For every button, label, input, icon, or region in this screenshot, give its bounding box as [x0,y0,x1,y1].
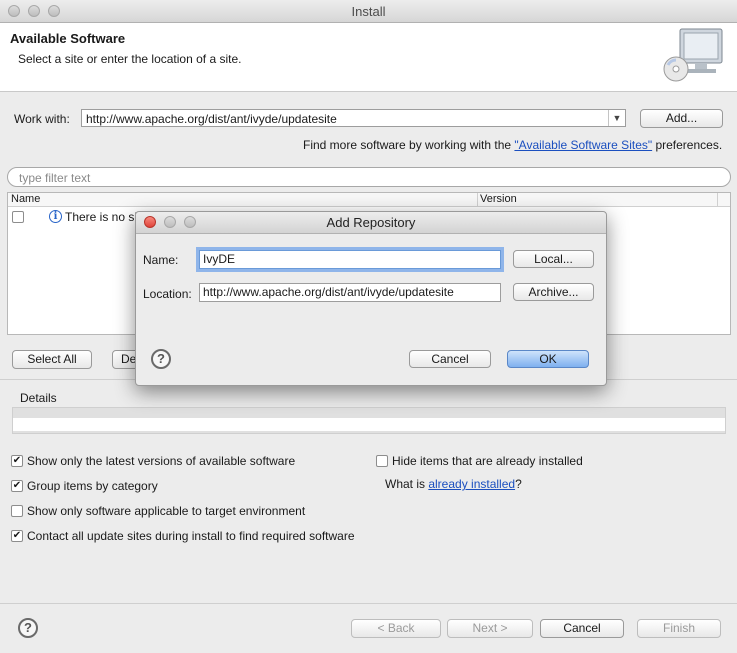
location-field[interactable]: http://www.apache.org/dist/ant/ivyde/upd… [199,283,501,302]
group-by-category-checkbox[interactable]: ✔ [11,480,23,492]
column-version[interactable]: Version [480,193,517,205]
find-more-text: Find more software by working with the "… [303,138,722,152]
row-checkbox[interactable] [12,211,24,223]
work-with-combobox[interactable]: http://www.apache.org/dist/ant/ivyde/upd… [81,109,626,127]
what-is-suffix: ? [515,477,522,491]
find-more-suffix: preferences. [652,138,723,152]
dialog-title: Add Repository [326,215,416,230]
find-more-prefix: Find more software by working with the [303,138,515,152]
column-name[interactable]: Name [11,193,40,205]
contact-update-sites-checkbox[interactable]: ✔ [11,530,23,542]
contact-update-sites-label: Contact all update sites during install … [27,529,355,543]
archive-button[interactable]: Archive... [513,283,594,301]
row-text: There is no si [65,210,138,224]
filter-input[interactable]: type filter text [7,167,731,187]
dialog-cancel-button[interactable]: Cancel [409,350,491,368]
local-button[interactable]: Local... [513,250,594,268]
details-label: Details [20,391,57,405]
window-titlebar: Install [0,0,737,23]
page-subtitle: Select a site or enter the location of a… [18,52,242,66]
monitor-cd-icon [663,28,723,82]
table-header: Name Version [8,193,730,207]
dialog-titlebar: Add Repository [136,212,606,234]
window-title: Install [351,4,386,19]
add-repository-dialog: Add Repository Name: IvyDE Local... Loca… [135,211,607,386]
already-installed-link[interactable]: already installed [428,477,515,491]
what-is-prefix: What is [385,477,429,491]
add-site-button[interactable]: Add... [640,109,723,128]
hide-installed-label: Hide items that are already installed [392,454,583,468]
available-software-sites-link[interactable]: "Available Software Sites" [514,138,652,152]
header-banner: Available Software Select a site or ente… [0,23,737,92]
name-field[interactable]: IvyDE [199,250,501,269]
help-icon[interactable]: ? [18,618,38,638]
name-label: Name: [143,253,179,267]
work-with-label: Work with: [14,112,70,126]
next-button[interactable]: Next > [447,619,533,638]
cancel-button[interactable]: Cancel [540,619,624,638]
dialog-ok-button[interactable]: OK [507,350,589,368]
work-with-value: http://www.apache.org/dist/ant/ivyde/upd… [86,112,337,126]
filter-placeholder: type filter text [19,171,91,185]
back-button[interactable]: < Back [351,619,441,638]
info-icon: i [49,210,62,223]
target-environment-label: Show only software applicable to target … [27,504,306,518]
finish-button[interactable]: Finish [637,619,721,638]
page-title: Available Software [10,31,126,46]
location-label: Location: [143,287,192,301]
latest-versions-checkbox[interactable]: ✔ [11,455,23,467]
select-all-button[interactable]: Select All [12,350,92,369]
group-by-category-label: Group items by category [27,479,158,493]
details-panel [12,407,726,434]
target-environment-checkbox[interactable] [11,505,23,517]
hide-installed-checkbox[interactable] [376,455,388,467]
what-is-installed-text: What is already installed? [385,477,522,491]
chevron-down-icon[interactable]: ▼ [608,110,625,126]
footer-divider [0,603,737,604]
latest-versions-label: Show only the latest versions of availab… [27,454,296,468]
help-icon[interactable]: ? [151,349,171,369]
